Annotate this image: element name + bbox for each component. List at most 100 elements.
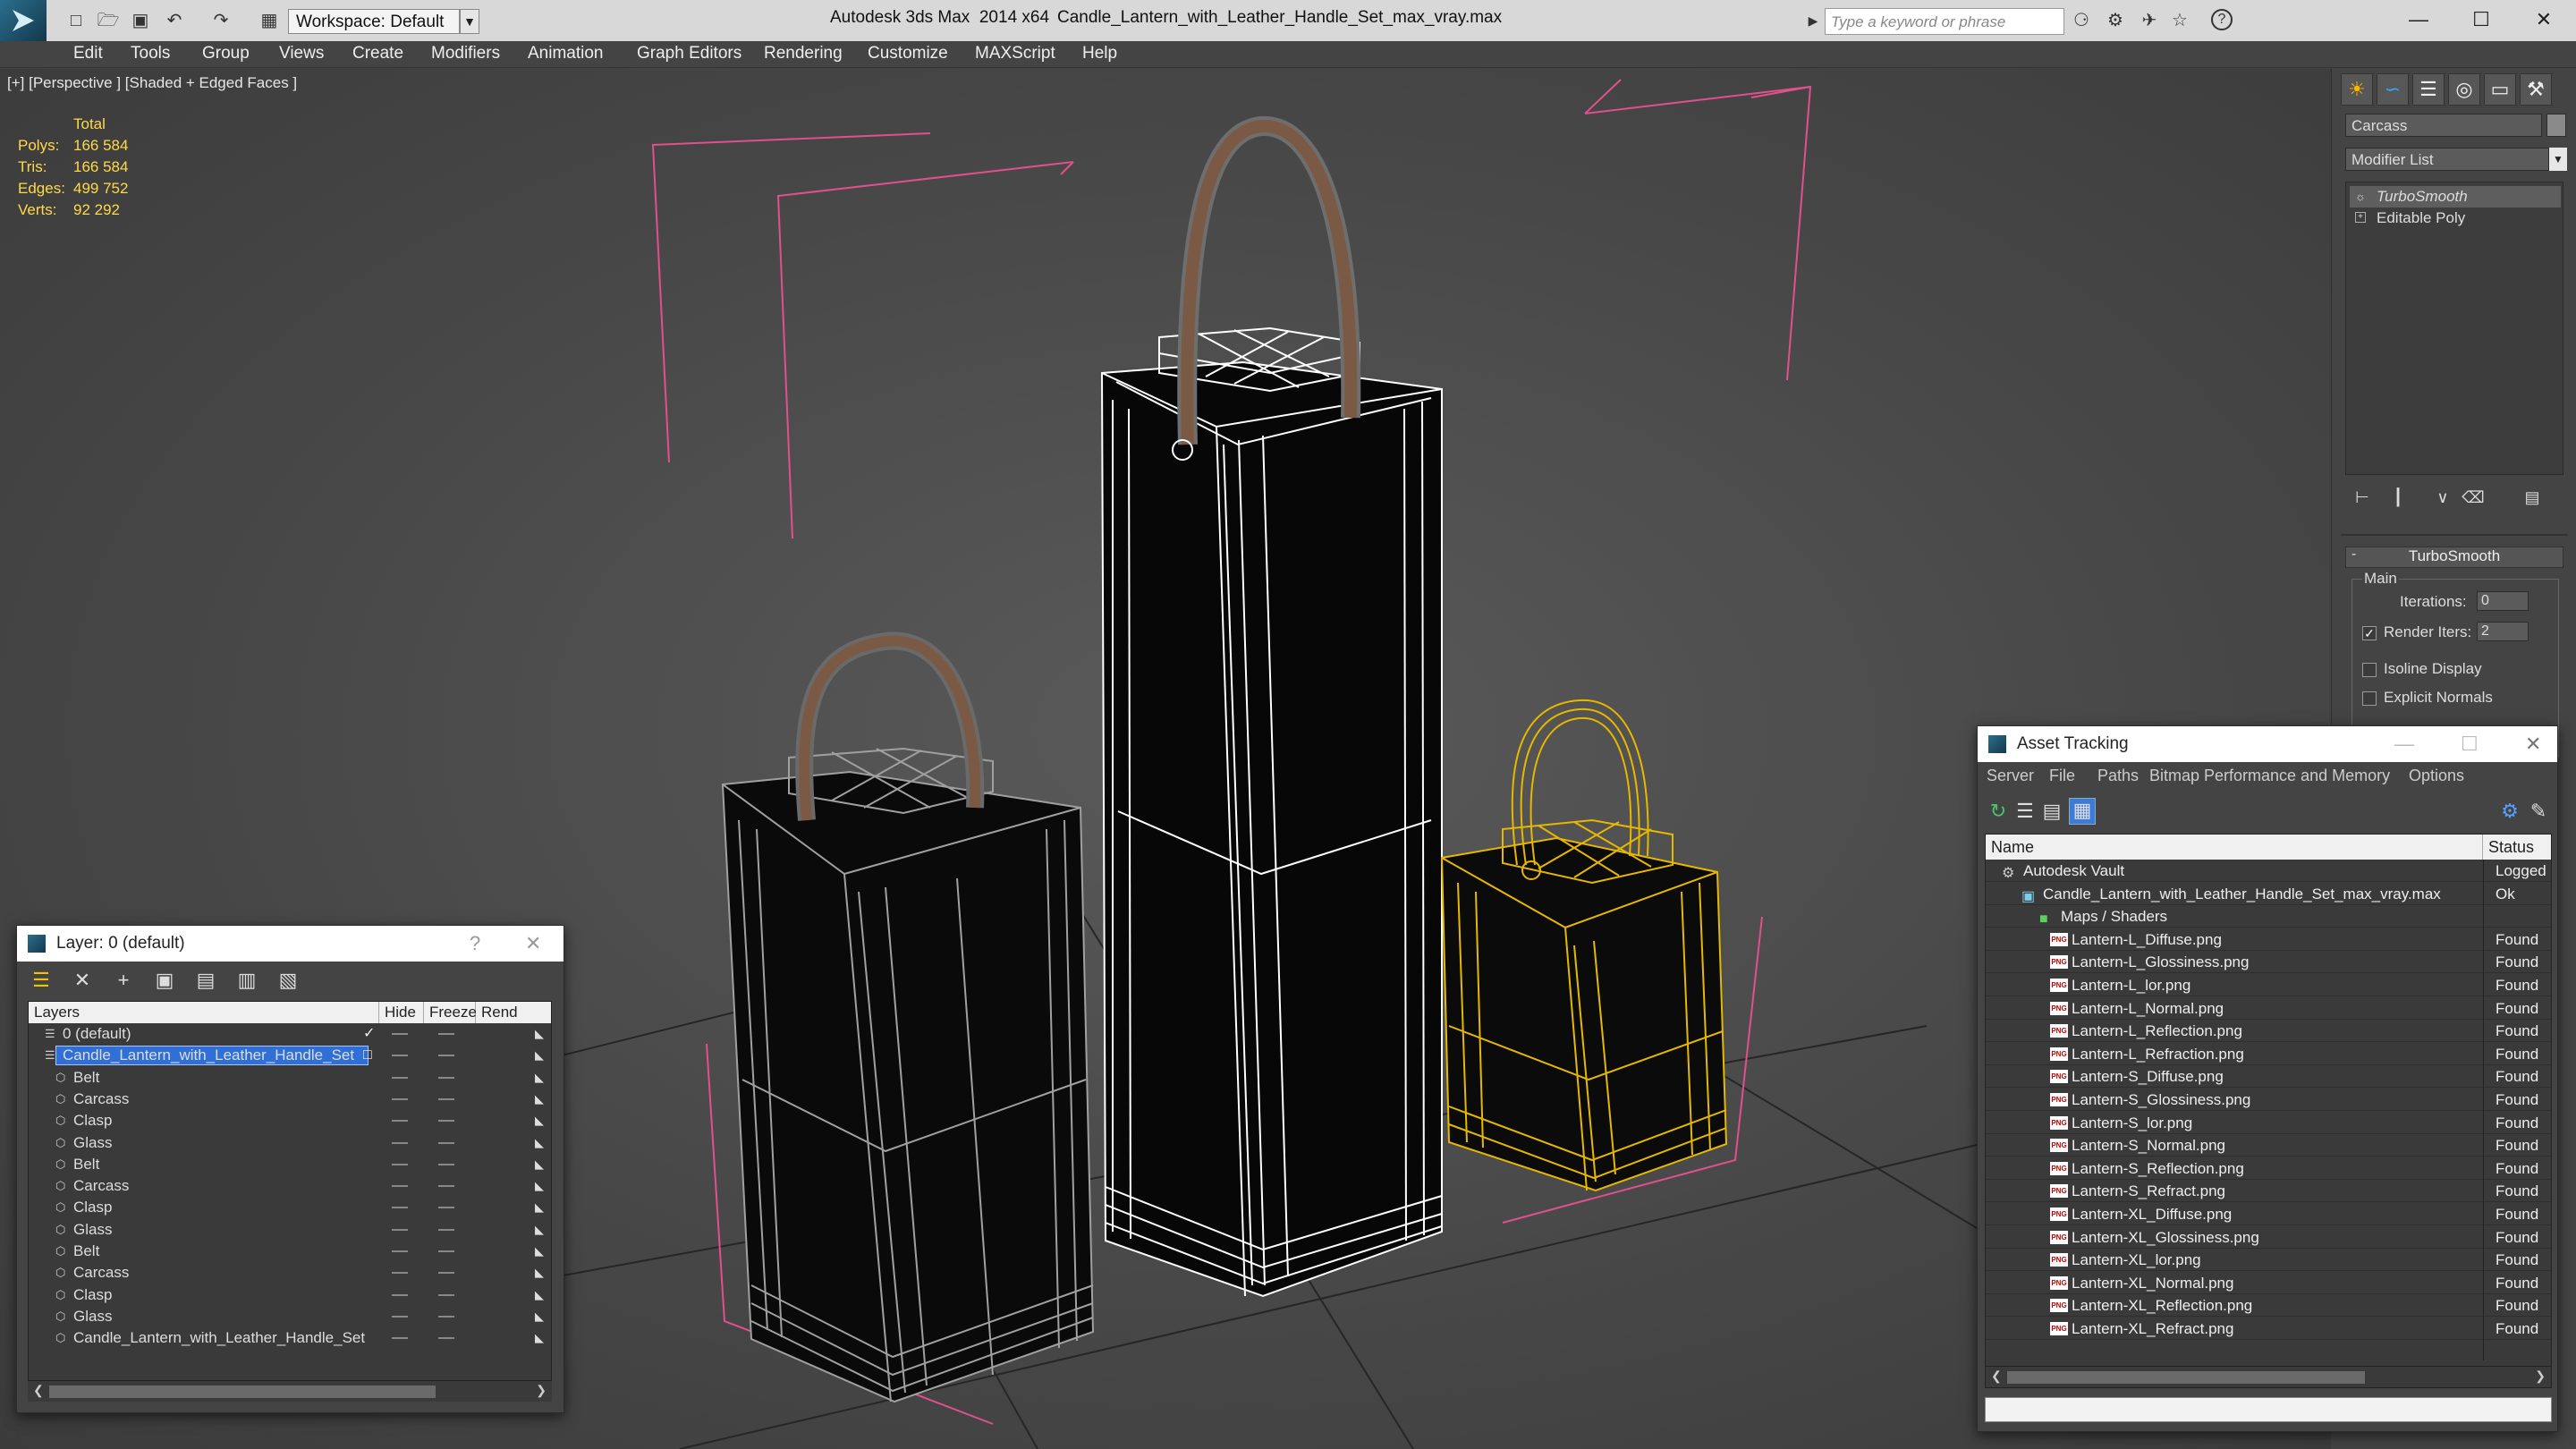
layer-row[interactable]: ⬡ Carcass ◣ <box>29 1262 551 1284</box>
freeze-toggle[interactable] <box>438 1207 454 1209</box>
expand-plus-icon[interactable]: + <box>2355 212 2366 223</box>
asset-name[interactable]: Lantern-S_lor.png <box>2072 1112 2192 1134</box>
configure-modifier-sets-icon[interactable]: ▤ <box>2521 486 2544 509</box>
layer-row[interactable]: ☰ Candle_Lantern_with_Leather_Handle_Set □… <box>29 1045 551 1066</box>
layer-hscrollbar[interactable]: ❮ ❯ <box>28 1380 552 1402</box>
pin-stack-icon[interactable]: ⊢ <box>2351 486 2374 509</box>
hide-toggle[interactable] <box>392 1076 408 1079</box>
chevron-down-icon[interactable]: ▼ <box>2549 148 2567 171</box>
minimize-icon[interactable]: — <box>2394 726 2414 762</box>
scroll-thumb[interactable] <box>2007 1371 2365 1384</box>
asset-row[interactable]: ▣ Candle_Lantern_with_Leather_Handle_Set_… <box>1986 883 2551 905</box>
hide-toggle[interactable] <box>392 1120 408 1123</box>
asset-name[interactable]: Lantern-XL_Reflection.png <box>2072 1294 2252 1317</box>
layer-name[interactable]: Clasp <box>73 1197 112 1218</box>
utilities-tab-icon[interactable]: ⚒ <box>2520 73 2552 106</box>
freeze-toggle[interactable] <box>438 1250 454 1252</box>
redo-icon[interactable]: ↷ <box>209 9 233 32</box>
menu-edit[interactable]: Edit <box>73 44 103 64</box>
freeze-toggle[interactable] <box>438 1228 454 1231</box>
communication-icon[interactable]: ✈ <box>2138 9 2161 32</box>
asset-row[interactable]: PNG Lantern-S_Glossiness.png Found <box>1986 1089 2551 1111</box>
isoline-display-checkbox[interactable] <box>2362 663 2377 677</box>
asset-row[interactable]: PNG Lantern-S_Refract.png Found <box>1986 1180 2551 1203</box>
menu-group[interactable]: Group <box>202 44 250 64</box>
asset-row[interactable]: PNG Lantern-S_Normal.png Found <box>1986 1134 2551 1157</box>
menu-customize[interactable]: Customize <box>868 44 948 64</box>
explicit-normals-checkbox[interactable] <box>2362 691 2377 706</box>
freeze-toggle[interactable] <box>438 1055 454 1057</box>
layer-name[interactable]: Carcass <box>73 1262 129 1284</box>
object-color-swatch[interactable] <box>2546 114 2566 137</box>
layer-name[interactable]: Carcass <box>73 1175 129 1197</box>
layer-row[interactable]: ⬡ Glass ◣ <box>29 1219 551 1241</box>
asset-name[interactable]: Maps / Shaders <box>2061 905 2167 928</box>
layer-row[interactable]: ⬡ Carcass ◣ <box>29 1089 551 1110</box>
asset-name[interactable]: Lantern-L_Normal.png <box>2072 997 2224 1020</box>
asset-name[interactable]: Lantern-S_Diffuse.png <box>2072 1065 2224 1088</box>
scroll-left-icon[interactable]: ❮ <box>33 1383 44 1398</box>
column-header-status[interactable]: Status <box>2483 835 2551 860</box>
layer-dialog-titlebar[interactable]: Layer: 0 (default) <box>17 926 564 962</box>
layer-name[interactable]: Belt <box>73 1067 99 1089</box>
hierarchy-tab-icon[interactable]: ☰ <box>2412 73 2445 106</box>
asset-row[interactable]: PNG Lantern-S_Reflection.png Found <box>1986 1157 2551 1180</box>
asset-row[interactable]: PNG Lantern-L_Diffuse.png Found <box>1986 928 2551 951</box>
asset-name[interactable]: Lantern-XL_Glossiness.png <box>2072 1226 2259 1249</box>
render-teapot-icon[interactable]: ◣ <box>535 1309 547 1323</box>
render-teapot-icon[interactable]: ◣ <box>535 1028 547 1040</box>
layer-name[interactable]: Belt <box>73 1154 99 1175</box>
chevron-down-icon[interactable]: ▼ <box>460 9 479 34</box>
favorites-star-icon[interactable]: ☆ <box>2168 9 2191 32</box>
asset-menu-server[interactable]: Server <box>1987 767 2034 785</box>
undo-icon[interactable]: ↶ <box>163 9 186 32</box>
column-header-render[interactable]: Rend <box>476 1002 551 1023</box>
asset-name[interactable]: Lantern-S_Normal.png <box>2072 1134 2225 1157</box>
hide-toggle[interactable] <box>392 1097 408 1100</box>
create-layer-icon[interactable]: ☰ <box>30 969 53 992</box>
highlight-selected-layer-icon[interactable]: ▤ <box>194 969 217 992</box>
render-teapot-icon[interactable]: ◣ <box>535 1223 547 1236</box>
render-iters-spinner[interactable]: 2 <box>2477 622 2529 641</box>
stack-item-turbosmooth[interactable]: TurboSmooth <box>2350 186 2561 208</box>
asset-name[interactable]: Lantern-XL_lor.png <box>2072 1249 2201 1271</box>
asset-name[interactable]: Candle_Lantern_with_Leather_Handle_Set_m… <box>2043 883 2441 905</box>
freeze-toggle[interactable] <box>438 1185 454 1188</box>
project-folder-icon[interactable]: ▦ <box>258 9 281 32</box>
asset-name[interactable]: Lantern-S_Refract.png <box>2072 1180 2225 1202</box>
menu-rendering[interactable]: Rendering <box>764 44 843 64</box>
menu-help[interactable]: Help <box>1082 44 1117 64</box>
asset-row[interactable]: ■ Maps / Shaders <box>1986 905 2551 928</box>
iterations-spinner[interactable]: 0 <box>2477 591 2529 611</box>
scroll-right-icon[interactable]: ❯ <box>2535 1368 2546 1384</box>
menu-animation[interactable]: Animation <box>528 44 604 64</box>
freeze-toggle[interactable] <box>438 1315 454 1318</box>
layer-row[interactable]: ⬡ Belt ◣ <box>29 1067 551 1089</box>
hide-toggle[interactable] <box>392 1141 408 1144</box>
column-header-hide[interactable]: Hide <box>379 1002 424 1023</box>
stack-item-editable-poly[interactable]: Editable Poly <box>2350 208 2561 229</box>
render-teapot-icon[interactable]: ◣ <box>535 1136 547 1149</box>
table-view-icon[interactable]: ▦ <box>2069 798 2096 825</box>
list-view-icon[interactable]: ☰ <box>2013 800 2037 823</box>
layer-name[interactable]: Candle_Lantern_with_Leather_Handle_Set <box>73 1327 365 1349</box>
hide-toggle[interactable] <box>392 1293 408 1296</box>
layer-name[interactable]: Belt <box>73 1241 99 1262</box>
current-layer-check-icon[interactable]: ✓ <box>363 1023 375 1045</box>
column-header-name[interactable]: Name <box>1986 835 2483 860</box>
render-teapot-icon[interactable]: ◣ <box>535 1267 547 1279</box>
thumbnail-view-icon[interactable]: ▤ <box>2040 800 2063 823</box>
render-teapot-icon[interactable]: ◣ <box>535 1092 547 1106</box>
layer-name[interactable]: Candle_Lantern_with_Leather_Handle_Set <box>63 1045 354 1066</box>
modify-tab-icon[interactable]: ∽ <box>2377 73 2409 106</box>
new-file-icon[interactable]: □ <box>64 9 88 32</box>
render-teapot-icon[interactable]: ◣ <box>535 1201 547 1214</box>
scroll-right-icon[interactable]: ❯ <box>536 1383 547 1398</box>
freeze-toggle[interactable] <box>438 1097 454 1100</box>
hide-toggle[interactable] <box>392 1337 408 1340</box>
app-logo-button[interactable] <box>0 0 47 41</box>
layer-row[interactable]: ⬡ Candle_Lantern_with_Leather_Handle_Set ◣ <box>29 1327 551 1349</box>
show-end-result-icon[interactable]: ┃ <box>2386 486 2410 509</box>
freeze-toggle[interactable] <box>438 1163 454 1165</box>
render-teapot-icon[interactable]: ◣ <box>535 1157 547 1171</box>
